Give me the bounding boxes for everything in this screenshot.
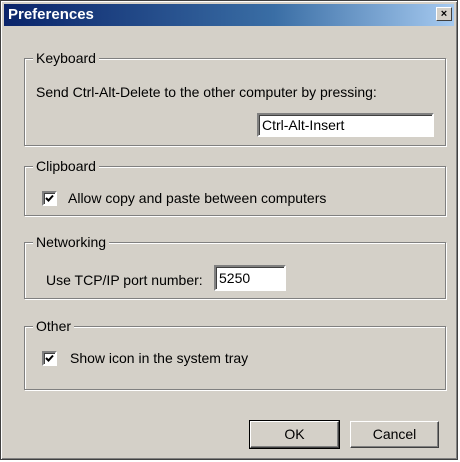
shortcut-field[interactable]: Ctrl-Alt-Insert (257, 113, 434, 137)
keyboard-group: Keyboard Send Ctrl-Alt-Delete to the oth… (24, 49, 446, 146)
clipboard-checkbox-label[interactable]: Allow copy and paste between computers (68, 189, 326, 207)
other-legend: Other (33, 317, 75, 335)
keyboard-description: Send Ctrl-Alt-Delete to the other comput… (36, 84, 377, 100)
close-icon: × (440, 8, 448, 20)
port-field[interactable]: 5250 (214, 265, 286, 291)
networking-legend: Networking (33, 233, 110, 251)
window-title: Preferences (8, 6, 94, 23)
checkmark-icon (45, 194, 54, 202)
port-label: Use TCP/IP port number: (46, 272, 203, 288)
clipboard-legend: Clipboard (33, 157, 99, 175)
other-group: Other Show icon in the system tray (24, 317, 446, 390)
networking-group: Networking Use TCP/IP port number: 5250 (24, 233, 446, 299)
ok-button[interactable]: OK (249, 420, 340, 449)
title-bar[interactable]: Preferences × (4, 4, 454, 26)
close-button[interactable]: × (436, 7, 452, 21)
clipboard-checkbox[interactable] (42, 191, 57, 206)
cancel-button[interactable]: Cancel (350, 421, 439, 448)
clipboard-group: Clipboard Allow copy and paste between c… (24, 157, 446, 216)
checkmark-icon (45, 354, 54, 362)
keyboard-legend: Keyboard (33, 49, 99, 67)
preferences-dialog: Preferences × Keyboard Send Ctrl-Alt-Del… (0, 0, 458, 460)
system-tray-checkbox-label[interactable]: Show icon in the system tray (70, 349, 248, 367)
system-tray-checkbox[interactable] (42, 351, 57, 366)
